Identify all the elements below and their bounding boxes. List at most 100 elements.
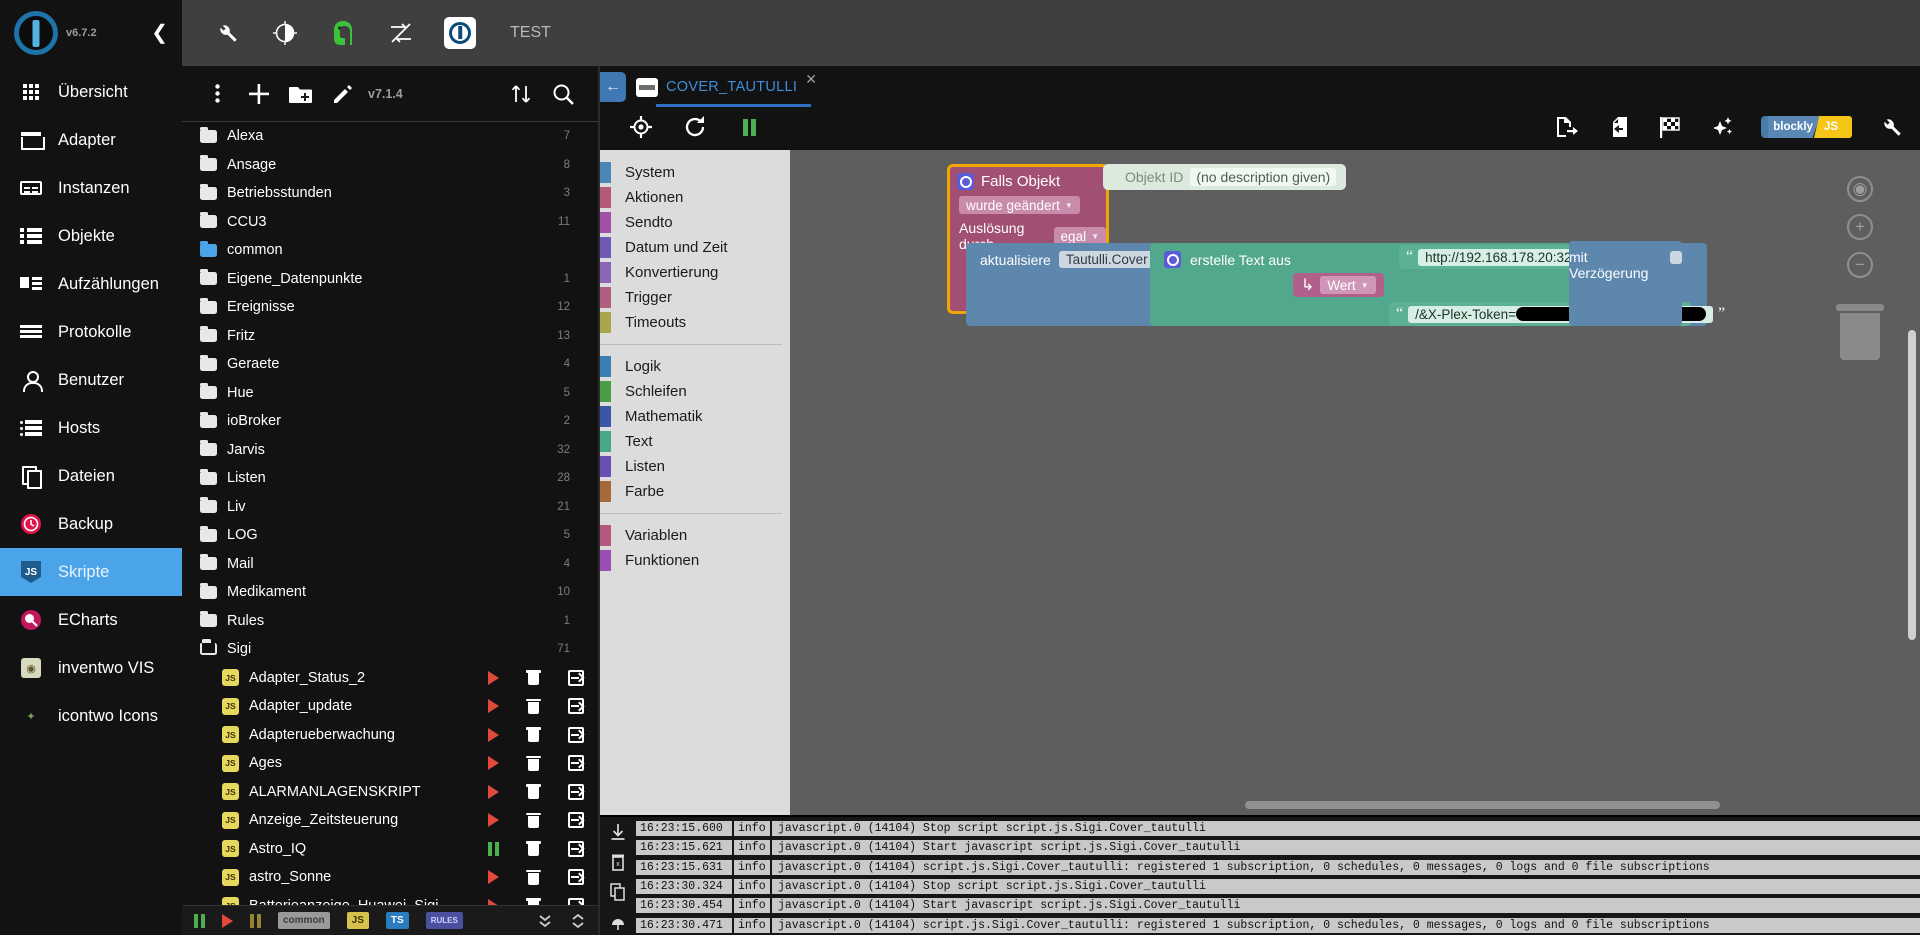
tree-script-row[interactable]: JS ALARMANLAGENSKRIPT [182, 778, 598, 807]
run-script-button[interactable] [488, 813, 499, 828]
tree-folder-row[interactable]: common [182, 236, 598, 265]
avatar-head-icon[interactable] [328, 18, 358, 48]
tree-folder-row[interactable]: Ansage 8 [182, 151, 598, 180]
blockly-workspace[interactable]: System Aktionen Sendto Datum und Zeit Konver… [600, 150, 1920, 815]
pin-icon[interactable] [608, 913, 628, 931]
tree-folder-row[interactable]: Hue 5 [182, 379, 598, 408]
workspace-vscrollbar[interactable] [1908, 330, 1916, 640]
sidebar-item--bersicht[interactable]: Übersicht [0, 68, 182, 116]
tree-folder-row[interactable]: Listen 28 [182, 464, 598, 493]
toolbox-category-system[interactable]: System [600, 160, 790, 185]
export-script-icon[interactable] [568, 840, 584, 857]
run-script-button[interactable] [488, 727, 499, 742]
toggle-js-label[interactable]: JS [1813, 116, 1852, 138]
search-icon[interactable] [542, 73, 584, 115]
export-script-icon[interactable] [568, 755, 584, 772]
delete-script-icon[interactable] [526, 898, 541, 905]
sidebar-item-dateien[interactable]: Dateien [0, 452, 182, 500]
log-row-list[interactable]: 16:23:15.600 info javascript.0 (14104) Sto… [636, 817, 1920, 935]
badge-rules[interactable]: RULES [425, 912, 463, 929]
toolbox-category-mathematik[interactable]: Mathematik [600, 404, 790, 429]
delete-script-icon[interactable] [526, 698, 541, 714]
gear-icon[interactable] [1164, 251, 1181, 268]
collapse-all-icon[interactable] [537, 912, 553, 930]
toggle-blockly-label[interactable]: blockly [1768, 116, 1820, 138]
tree-folder-row[interactable]: Mail 4 [182, 550, 598, 579]
import-icon[interactable] [1605, 114, 1631, 140]
tree-folder-row[interactable]: Eigene_Datenpunkte 1 [182, 265, 598, 294]
sidebar-item-icontwo-icons[interactable]: ✦ icontwo Icons [0, 692, 182, 740]
center-target-icon[interactable]: ◉ [1847, 176, 1873, 202]
toolbox-category-text[interactable]: Text [600, 429, 790, 454]
locate-icon[interactable] [628, 114, 654, 140]
objekt-id-value[interactable]: (no description given) [1190, 168, 1337, 186]
toolbox-category-sendto[interactable]: Sendto [600, 210, 790, 235]
wrench-settings-icon[interactable] [1878, 114, 1904, 140]
block-objekt-id[interactable]: Objekt ID (no description given) [1103, 164, 1347, 190]
log-row[interactable]: 16:23:30.454 info javascript.0 (14104) Sta… [636, 896, 1920, 915]
tree-folder-row[interactable]: Geraete 4 [182, 350, 598, 379]
zoom-out-icon[interactable]: − [1847, 252, 1873, 278]
delete-script-icon[interactable] [526, 784, 541, 800]
log-row[interactable]: 16:23:30.324 info javascript.0 (14104) Sto… [636, 877, 1920, 896]
no-connection-icon[interactable] [386, 18, 416, 48]
arrow-left-icon[interactable]: ← [600, 72, 626, 102]
blockly-toolbox[interactable]: System Aktionen Sendto Datum und Zeit Konver… [600, 150, 790, 815]
tree-script-row[interactable]: JS Adapterueberwachung [182, 721, 598, 750]
toolbox-category-trigger[interactable]: Trigger [600, 285, 790, 310]
workspace-hscrollbar[interactable] [1245, 801, 1720, 809]
sidebar-item-adapter[interactable]: Adapter [0, 116, 182, 164]
flag-icon[interactable] [1657, 114, 1683, 140]
export-script-icon[interactable] [568, 869, 584, 886]
run-script-button[interactable] [488, 699, 499, 714]
tree-folder-row[interactable]: Ereignisse 12 [182, 293, 598, 322]
tree-script-row[interactable]: JS Adapter_update [182, 692, 598, 721]
sidebar-item-backup[interactable]: Backup [0, 500, 182, 548]
delete-script-icon[interactable] [526, 841, 541, 857]
download-icon[interactable] [608, 823, 628, 841]
toolbox-category-variablen[interactable]: Variablen [600, 523, 790, 548]
delete-script-icon[interactable] [526, 755, 541, 771]
pause-button[interactable] [250, 913, 261, 928]
export-script-icon[interactable] [568, 812, 584, 829]
toolbox-category-schleifen[interactable]: Schleifen [600, 379, 790, 404]
run-script-button[interactable] [488, 784, 499, 799]
close-icon[interactable]: ✕ [805, 71, 817, 88]
tree-folder-row[interactable]: Medikament 10 [182, 578, 598, 607]
delete-script-icon[interactable] [526, 727, 541, 743]
more-vert-icon[interactable] [196, 73, 238, 115]
trigger-mode-dropdown[interactable]: wurde geändert ▼ [959, 196, 1080, 214]
copy-icon[interactable] [608, 883, 628, 901]
sidebar-item-aufz-hlungen[interactable]: Aufzählungen [0, 260, 182, 308]
export-script-icon[interactable] [568, 726, 584, 743]
zoom-in-icon[interactable]: + [1847, 214, 1873, 240]
sort-icon[interactable] [500, 73, 542, 115]
brightness-icon[interactable] [270, 18, 300, 48]
tree-scroll-area[interactable]: Alexa 7 Ansage 8 Betriebsstunden 3 CCU3 11 commo… [182, 122, 598, 905]
block-mit-verzoegerung[interactable]: mit Verzögerung [1569, 241, 1682, 326]
sidebar-item-hosts[interactable]: Hosts [0, 404, 182, 452]
badge-js[interactable]: JS [346, 912, 369, 929]
toolbox-category-aktionen[interactable]: Aktionen [600, 185, 790, 210]
toolbox-category-listen[interactable]: Listen [600, 454, 790, 479]
toolbox-category-timeouts[interactable]: Timeouts [600, 310, 790, 335]
export-script-icon[interactable] [568, 698, 584, 715]
export-icon[interactable] [1553, 114, 1579, 140]
tree-script-row[interactable]: JS Batterieanzeige_Huawei_Sigi [182, 892, 598, 905]
sidebar-item-skripte[interactable]: JS Skripte [0, 548, 182, 596]
export-script-icon[interactable] [568, 783, 584, 800]
tree-folder-row[interactable]: ioBroker 2 [182, 407, 598, 436]
toolbox-category-logik[interactable]: Logik [600, 354, 790, 379]
run-script-button[interactable] [488, 756, 499, 771]
sidebar-item-inventwo-vis[interactable]: ◉ inventwo VIS [0, 644, 182, 692]
sidebar-item-echarts[interactable]: ECharts [0, 596, 182, 644]
sparkle-icon[interactable] [1709, 114, 1735, 140]
run-button[interactable] [222, 913, 233, 928]
sidebar-item-objekte[interactable]: Objekte [0, 212, 182, 260]
sidebar-item-protokolle[interactable]: Protokolle [0, 308, 182, 356]
delete-script-icon[interactable] [526, 670, 541, 686]
tree-folder-row[interactable]: Jarvis 32 [182, 436, 598, 465]
block-variable-wert[interactable]: ↳ Wert ▼ [1293, 273, 1384, 297]
log-row[interactable]: 16:23:15.600 info javascript.0 (14104) Sto… [636, 819, 1920, 838]
pause-script-button[interactable] [488, 841, 499, 856]
